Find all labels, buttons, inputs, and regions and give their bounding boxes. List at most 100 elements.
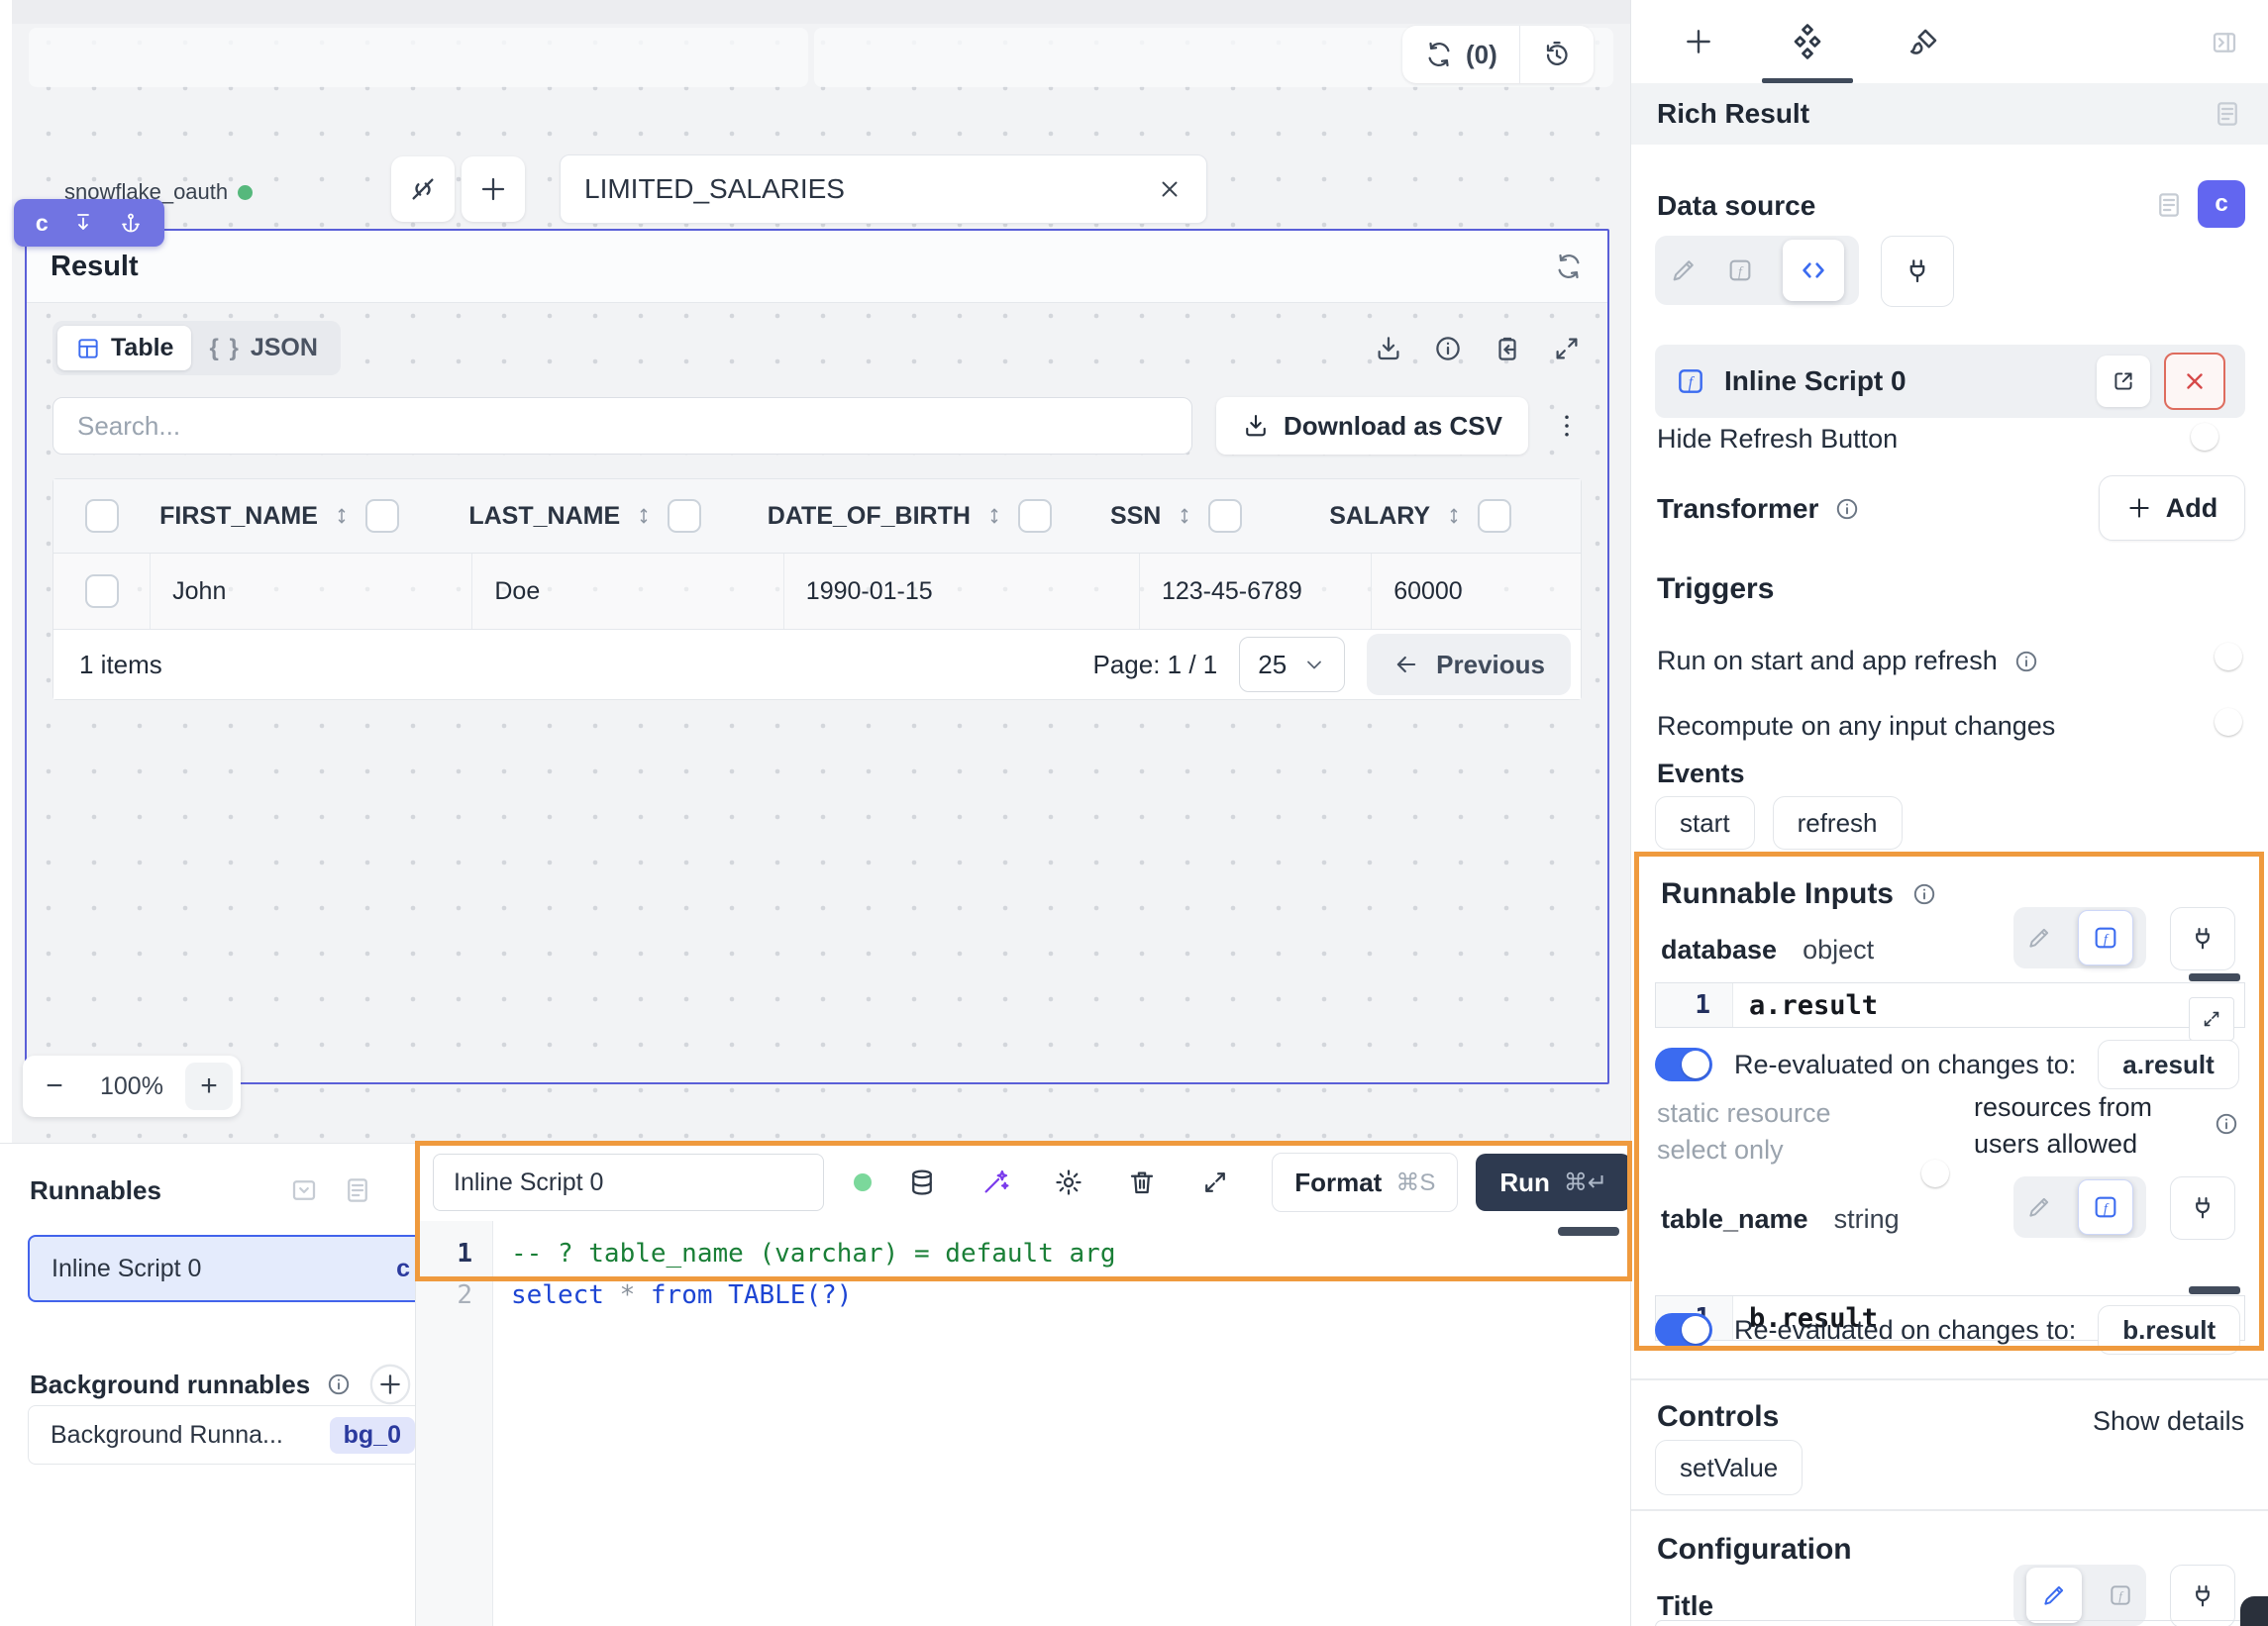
mode-function-button[interactable]: f	[1726, 256, 1754, 284]
download-icon[interactable]	[1374, 334, 1403, 363]
scrollbar[interactable]	[2189, 973, 2240, 981]
mode-function-button[interactable]: f	[2108, 1582, 2133, 1608]
sort-icon[interactable]	[1175, 503, 1194, 529]
tab-table[interactable]: Table	[57, 326, 191, 370]
database-icon[interactable]	[907, 1168, 937, 1197]
zoom-in-button[interactable]: +	[185, 1063, 233, 1110]
history-button[interactable]	[1520, 26, 1594, 83]
checkbox[interactable]	[365, 499, 399, 533]
settings-gear-icon[interactable]	[1054, 1168, 1083, 1197]
data-source-script-row[interactable]: f Inline Script 0	[1655, 345, 2245, 418]
clear-icon[interactable]	[1157, 176, 1183, 202]
docs-icon[interactable]	[343, 1175, 372, 1205]
kebab-menu-icon[interactable]	[1552, 411, 1582, 441]
docs-icon[interactable]	[2213, 99, 2242, 129]
event-refresh[interactable]: refresh	[1773, 796, 1903, 850]
background-runnables-header: Background runnables	[30, 1362, 413, 1407]
download-to-line-icon[interactable]	[71, 211, 95, 235]
reeval-toggle[interactable]	[1655, 1313, 1712, 1347]
data-source-plug-button[interactable]	[1881, 236, 1954, 307]
event-start[interactable]: start	[1655, 796, 1755, 850]
input-database-plug-button[interactable]	[2170, 907, 2235, 970]
mode-static-button[interactable]	[1670, 256, 1698, 284]
column-header-first_name[interactable]: FIRST_NAME	[150, 499, 459, 533]
search-input[interactable]	[52, 397, 1192, 455]
add-transformer-button[interactable]: Add	[2099, 475, 2245, 541]
table-row[interactable]: JohnDoe1990-01-15123-45-678960000	[53, 554, 1581, 629]
anchor-icon[interactable]	[119, 211, 143, 235]
checkbox[interactable]	[85, 574, 119, 608]
checkbox[interactable]	[1208, 499, 1242, 533]
control-setvalue[interactable]: setValue	[1655, 1440, 1803, 1495]
info-icon[interactable]	[1834, 496, 1860, 522]
sort-icon[interactable]	[634, 503, 654, 529]
column-header-ssn[interactable]: SSN	[1100, 499, 1319, 533]
checkbox[interactable]	[1018, 499, 1052, 533]
sort-icon[interactable]	[984, 503, 1004, 529]
expand-icon[interactable]	[1200, 1168, 1230, 1197]
column-header-date_of_birth[interactable]: DATE_OF_BIRTH	[758, 499, 1100, 533]
table-select[interactable]: LIMITED_SALARIES	[560, 154, 1207, 224]
component-ref-badge[interactable]: c	[2198, 180, 2245, 228]
clipboard-copy-icon[interactable]	[1493, 334, 1522, 363]
title-input[interactable]	[1655, 1620, 2247, 1626]
previous-page-button[interactable]: Previous	[1367, 634, 1571, 695]
info-icon[interactable]	[2214, 1111, 2239, 1137]
mode-static-button[interactable]	[2026, 1194, 2052, 1220]
zoom-out-button[interactable]: −	[31, 1063, 78, 1110]
editor-code[interactable]: -- ? table_name (varchar) = default args…	[493, 1221, 1631, 1626]
styles-tab[interactable]	[1907, 26, 1940, 59]
components-tab[interactable]	[1790, 24, 1825, 59]
mode-static-button[interactable]	[2026, 1568, 2082, 1623]
title-plug-button[interactable]	[2170, 1565, 2235, 1626]
info-icon[interactable]	[1433, 334, 1463, 363]
magic-wand-icon[interactable]	[980, 1168, 1010, 1197]
collapse-inspector-icon[interactable]	[2210, 28, 2239, 57]
docs-icon[interactable]	[2154, 190, 2184, 220]
mode-static-button[interactable]	[2026, 925, 2052, 951]
sort-icon[interactable]	[1444, 503, 1464, 529]
refresh-count-button[interactable]: (0)	[1402, 26, 1519, 83]
scrollbar[interactable]	[1558, 1227, 1619, 1236]
checkbox[interactable]	[668, 499, 701, 533]
background-runnable-item[interactable]: Background Runna... bg_0	[28, 1405, 430, 1465]
unlink-button[interactable]	[391, 156, 455, 222]
download-csv-button[interactable]: Download as CSV	[1216, 397, 1528, 455]
info-icon[interactable]	[1911, 881, 1937, 907]
expand-editor-button[interactable]	[2189, 997, 2234, 1041]
reeval-toggle[interactable]	[1655, 1048, 1712, 1081]
scrollbar[interactable]	[2189, 1286, 2240, 1294]
run-button[interactable]: Run ⌘↵	[1476, 1154, 1631, 1211]
checkbox[interactable]	[1478, 499, 1511, 533]
runnable-item-inline-script-0[interactable]: Inline Script 0 c	[28, 1235, 434, 1302]
delete-trash-icon[interactable]	[1127, 1168, 1157, 1197]
checkbox[interactable]	[85, 499, 119, 533]
input-database-code[interactable]: 1 a.result	[1655, 982, 2245, 1028]
result-refresh-icon[interactable]	[1554, 252, 1584, 281]
collapse-panel-icon[interactable]	[289, 1175, 319, 1205]
mode-function-button[interactable]: f	[2078, 910, 2133, 965]
add-query-button[interactable]	[462, 156, 525, 222]
refresh-count-group: (0)	[1402, 26, 1594, 83]
tab-json[interactable]: { } JSON	[191, 326, 335, 370]
show-details-link[interactable]: Show details	[2093, 1406, 2244, 1437]
mode-function-button[interactable]: f	[2078, 1179, 2133, 1235]
column-header-last_name[interactable]: LAST_NAME	[459, 499, 757, 533]
sort-icon[interactable]	[332, 503, 352, 529]
input-table-name-plug-button[interactable]	[2170, 1176, 2235, 1240]
reeval-target[interactable]: a.result	[2098, 1040, 2239, 1089]
mode-code-button[interactable]	[1783, 240, 1844, 301]
page-size-select[interactable]: 25	[1239, 637, 1345, 692]
open-script-button[interactable]	[2097, 356, 2150, 407]
format-button[interactable]: Format ⌘S	[1272, 1153, 1458, 1212]
remove-script-button[interactable]	[2164, 353, 2225, 410]
rich-result-component[interactable]: Result Table { } JSON	[25, 229, 1609, 1084]
script-name-input[interactable]	[433, 1154, 824, 1211]
add-background-runnable-button[interactable]	[367, 1362, 413, 1407]
column-header-salary[interactable]: SALARY	[1319, 499, 1581, 533]
reeval-target[interactable]: b.result	[2098, 1305, 2240, 1355]
info-icon[interactable]	[326, 1372, 352, 1397]
maximize-icon[interactable]	[1552, 334, 1582, 363]
add-component-tab[interactable]	[1683, 26, 1714, 57]
info-icon[interactable]	[2013, 649, 2039, 674]
